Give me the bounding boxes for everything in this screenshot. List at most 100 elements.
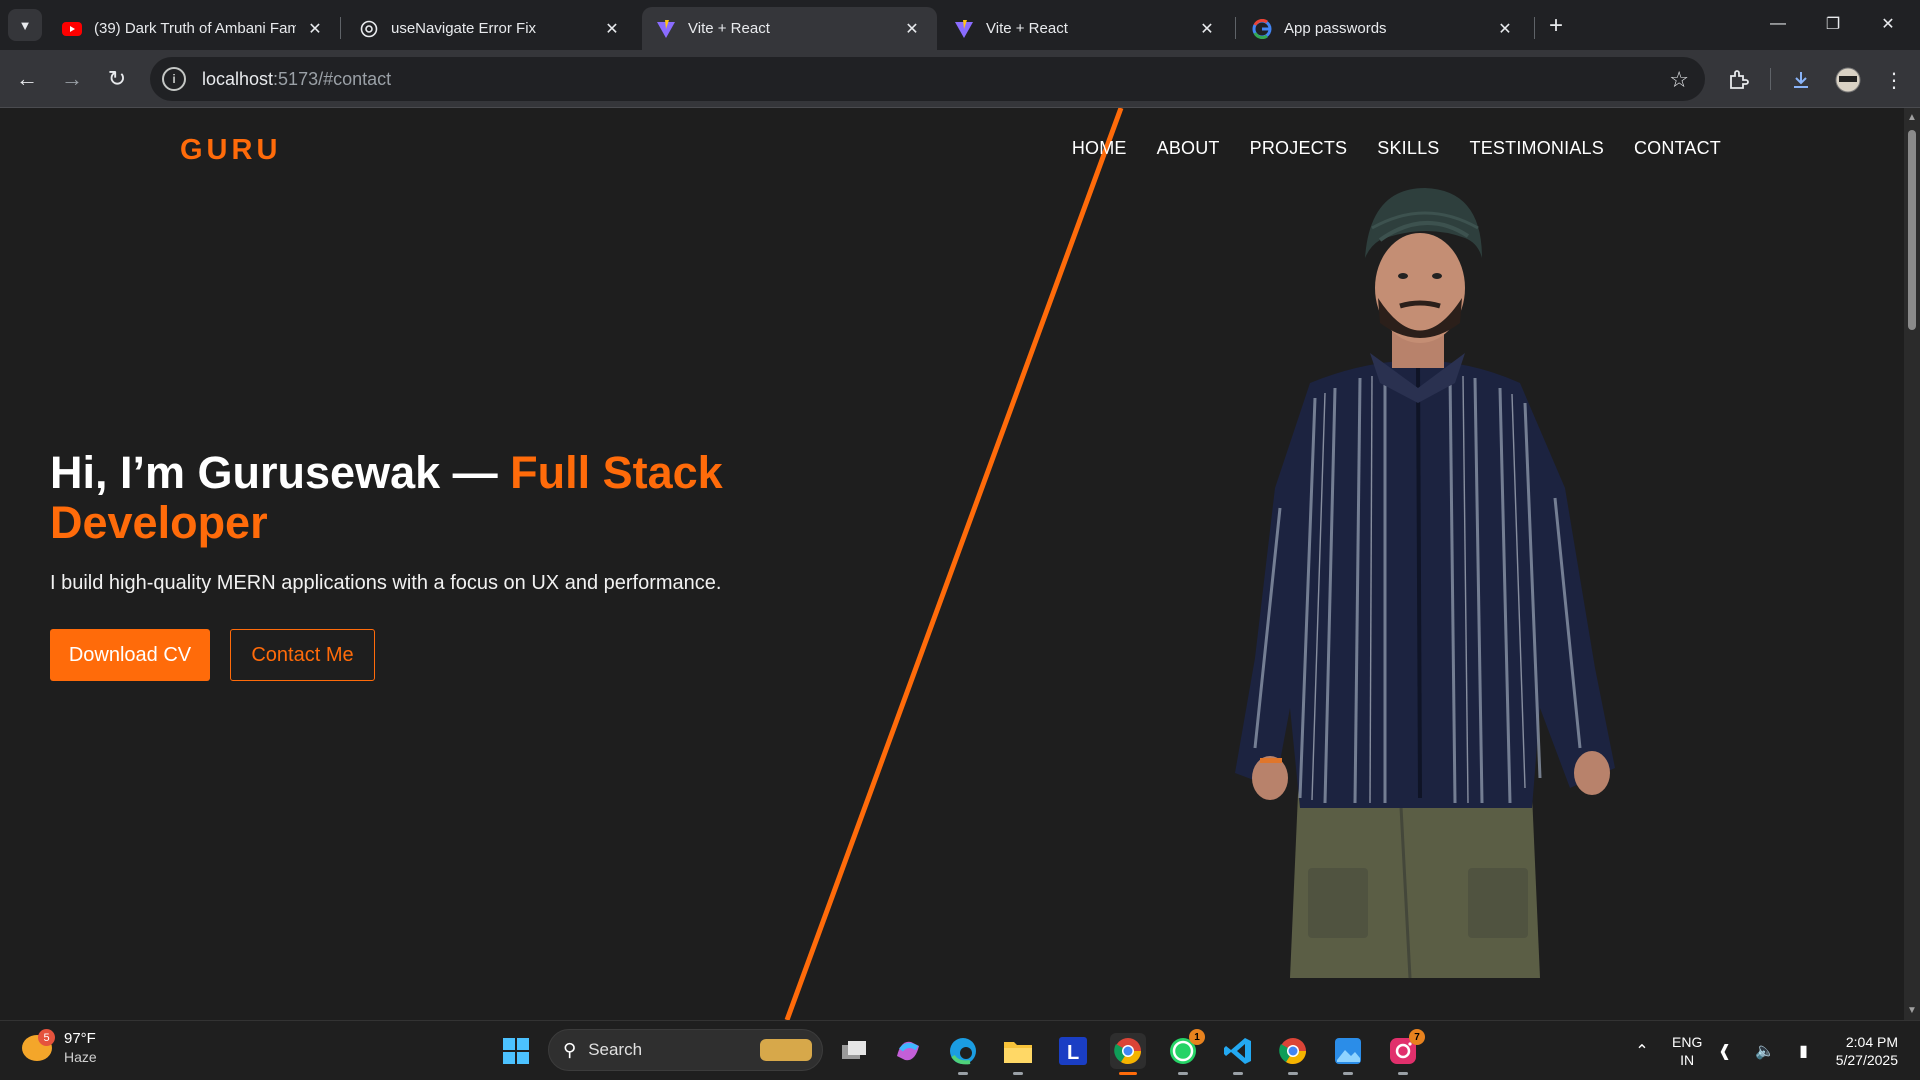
hero-title: Hi, I’m Gurusewak — Full Stack Developer bbox=[50, 448, 810, 548]
close-icon[interactable]: ✕ bbox=[1196, 18, 1218, 40]
chevron-down-icon: ▼ bbox=[18, 17, 32, 33]
taskbar-l-app[interactable]: L bbox=[1055, 1033, 1091, 1069]
tab-chatgpt[interactable]: useNavigate Error Fix ✕ bbox=[345, 7, 637, 50]
task-view-button[interactable] bbox=[836, 1033, 872, 1069]
clock[interactable]: 2:04 PM 5/27/2025 bbox=[1818, 1033, 1898, 1069]
taskbar-whatsapp[interactable]: 1 bbox=[1165, 1029, 1205, 1075]
photos-icon bbox=[1335, 1038, 1361, 1064]
site-logo[interactable]: GURU bbox=[180, 134, 281, 167]
vscode-icon bbox=[1224, 1038, 1251, 1064]
weather-temp: 97°F bbox=[64, 1030, 96, 1047]
running-indicator bbox=[1178, 1072, 1188, 1075]
extensions-icon[interactable] bbox=[1724, 66, 1752, 94]
tab-vite-active[interactable]: Vite + React ✕ bbox=[642, 7, 937, 50]
taskbar-chrome-active[interactable] bbox=[1110, 1033, 1146, 1075]
url-host: localhost bbox=[202, 68, 274, 89]
forward-button[interactable]: → bbox=[57, 64, 87, 94]
url-text[interactable]: localhost:5173/#contact bbox=[202, 69, 391, 90]
scrollbar-thumb[interactable] bbox=[1908, 130, 1916, 330]
lang-top: ENG bbox=[1672, 1034, 1703, 1050]
page-scrollbar[interactable]: ▲ ▼ bbox=[1904, 108, 1920, 1020]
close-icon[interactable]: ✕ bbox=[304, 18, 326, 40]
close-window-button[interactable]: ✕ bbox=[1866, 8, 1910, 40]
scroll-up-arrow-icon[interactable]: ▲ bbox=[1907, 112, 1917, 123]
running-indicator bbox=[1288, 1072, 1298, 1075]
system-tray-icons[interactable]: ❰ 🔈 ▮ bbox=[1718, 1033, 1808, 1069]
download-cv-button[interactable]: Download CV bbox=[50, 629, 210, 681]
wifi-icon: ❰ bbox=[1718, 1043, 1732, 1060]
nav-link-skills[interactable]: SKILLS bbox=[1377, 138, 1439, 159]
url-path: :5173/#contact bbox=[273, 68, 392, 89]
restore-button[interactable]: ❐ bbox=[1811, 8, 1855, 40]
reload-button[interactable]: ↻ bbox=[102, 64, 132, 94]
clock-date: 5/27/2025 bbox=[1835, 1052, 1898, 1068]
profile-avatar[interactable] bbox=[1834, 66, 1862, 94]
nav-link-testimonials[interactable]: TESTIMONIALS bbox=[1470, 138, 1604, 159]
weather-haze-icon: 5 bbox=[22, 1029, 55, 1061]
chrome-icon bbox=[1114, 1038, 1142, 1065]
nav-link-about[interactable]: ABOUT bbox=[1157, 138, 1220, 159]
bookmark-star-icon[interactable]: ☆ bbox=[1669, 67, 1689, 93]
arrow-right-icon: → bbox=[61, 66, 83, 91]
address-bar[interactable]: i localhost:5173/#contact ☆ bbox=[150, 57, 1705, 101]
arrow-left-icon: ← bbox=[16, 66, 38, 91]
tray-overflow-chevron-icon[interactable]: ⌃ bbox=[1624, 1033, 1660, 1069]
close-icon[interactable]: ✕ bbox=[601, 18, 623, 40]
minimize-button[interactable]: — bbox=[1756, 8, 1800, 40]
menu-kebab-icon[interactable]: ⋮ bbox=[1880, 66, 1908, 94]
copilot-icon bbox=[897, 1041, 919, 1061]
running-indicator bbox=[1343, 1072, 1353, 1075]
nav-link-home[interactable]: HOME bbox=[1072, 138, 1127, 159]
chatgpt-icon bbox=[359, 19, 379, 39]
new-tab-button[interactable]: + bbox=[1542, 12, 1570, 40]
tab-youtube[interactable]: (39) Dark Truth of Ambani Famil ✕ bbox=[48, 7, 340, 50]
language-indicator[interactable]: ENG IN bbox=[1672, 1033, 1702, 1069]
site-info-icon[interactable]: i bbox=[162, 67, 186, 91]
lang-bottom: IN bbox=[1680, 1052, 1695, 1068]
tab-search-button[interactable]: ▼ bbox=[8, 9, 42, 41]
taskbar-file-explorer[interactable] bbox=[1000, 1033, 1036, 1075]
tab-divider bbox=[340, 17, 341, 39]
tab-title: App passwords bbox=[1284, 20, 1387, 37]
edge-icon bbox=[950, 1038, 976, 1065]
running-indicator bbox=[1013, 1072, 1023, 1075]
running-indicator bbox=[1398, 1072, 1408, 1075]
weather-widget[interactable]: 5 97°F Haze bbox=[22, 1029, 97, 1066]
chrome-icon bbox=[1279, 1038, 1307, 1065]
nav-link-projects[interactable]: PROJECTS bbox=[1250, 138, 1348, 159]
taskbar-photos[interactable] bbox=[1330, 1033, 1366, 1075]
search-icon: ⚲ bbox=[563, 1039, 577, 1060]
nav-link-contact[interactable]: CONTACT bbox=[1634, 138, 1721, 159]
svg-text:L: L bbox=[1067, 1042, 1079, 1064]
main-nav: HOME ABOUT PROJECTS SKILLS TESTIMONIALS … bbox=[1072, 138, 1721, 159]
google-icon bbox=[1252, 18, 1272, 39]
running-indicator bbox=[1233, 1072, 1243, 1075]
task-view-icon bbox=[842, 1041, 866, 1059]
profile-portrait bbox=[1235, 188, 1615, 979]
taskbar-vscode[interactable] bbox=[1220, 1033, 1256, 1075]
battery-icon: ▮ bbox=[1799, 1043, 1808, 1060]
taskbar-search[interactable]: ⚲ Search bbox=[548, 1029, 823, 1071]
tab-vite[interactable]: Vite + React ✕ bbox=[940, 7, 1232, 50]
close-icon[interactable]: ✕ bbox=[1494, 18, 1516, 40]
screen: ▼ (39) Dark Truth of Ambani Famil ✕ useN… bbox=[0, 0, 1920, 1080]
download-icon[interactable] bbox=[1787, 66, 1815, 94]
youtube-icon bbox=[62, 19, 82, 39]
weather-badge: 5 bbox=[38, 1029, 55, 1046]
taskbar-edge[interactable] bbox=[945, 1033, 981, 1075]
windows-taskbar: 5 97°F Haze ⚲ Search L 1 7 ⌃ ENG IN ❰ 🔈 … bbox=[0, 1020, 1920, 1080]
taskbar-copilot[interactable] bbox=[890, 1033, 926, 1069]
taskbar-instagram[interactable]: 7 bbox=[1385, 1029, 1425, 1075]
toolbar-divider bbox=[1770, 68, 1771, 90]
back-button[interactable]: ← bbox=[12, 64, 42, 94]
tab-divider bbox=[1235, 17, 1236, 39]
tab-app-passwords[interactable]: App passwords ✕ bbox=[1238, 7, 1530, 50]
start-button[interactable] bbox=[498, 1033, 534, 1069]
close-icon[interactable]: ✕ bbox=[901, 18, 923, 40]
contact-me-button[interactable]: Contact Me bbox=[230, 629, 375, 681]
vite-icon bbox=[954, 19, 974, 39]
close-icon: ✕ bbox=[1881, 16, 1895, 33]
vite-icon bbox=[656, 19, 676, 39]
scroll-down-arrow-icon[interactable]: ▼ bbox=[1907, 1005, 1917, 1016]
taskbar-chrome-profile[interactable] bbox=[1275, 1033, 1311, 1075]
